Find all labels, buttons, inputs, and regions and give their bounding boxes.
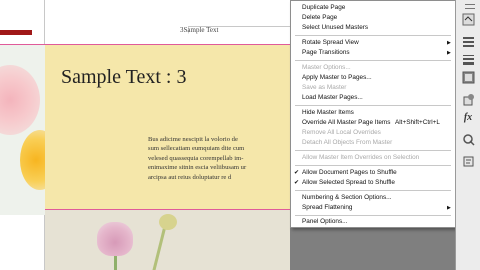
pink-tulip-image (97, 222, 133, 256)
checkmark-icon: ✔ (294, 170, 300, 176)
scripts-icon[interactable] (459, 152, 477, 170)
body-text-line: velesed quassequia corempellab im- (148, 154, 244, 162)
menu-item-page-transitions[interactable]: Page Transitions ▶ (291, 48, 455, 58)
attributes-icon[interactable] (459, 130, 477, 148)
pages-panel-context-menu: Duplicate Page Delete Page Select Unused… (290, 0, 456, 228)
menu-item-remove-all-local-overrides: Remove All Local Overrides (302, 129, 381, 136)
effects-fx-icon[interactable]: fx (459, 108, 477, 126)
menu-item-apply-master-to-pages[interactable]: Apply Master to Pages... (291, 73, 455, 83)
menu-item-allow-selected-spread-to-shuffle[interactable]: ✔ Allow Selected Spread to Shuffle (291, 178, 455, 188)
page-title: Sample Text : 3 (61, 66, 187, 88)
body-text-line: enimaxime sitnin escia veliibusam ur (148, 164, 247, 172)
menu-item-master-options: Master Options... (302, 64, 351, 71)
submenu-arrow-icon: ▶ (447, 50, 451, 56)
menu-item-load-master-pages[interactable]: Load Master Pages... (291, 93, 455, 103)
menu-item-select-unused-masters[interactable]: Select Unused Masters (291, 23, 455, 33)
body-text-line: arcipsa aut reius doluptatur re d (148, 173, 232, 181)
menu-item-allow-master-item-overrides: Allow Master Item Overrides on Selection (302, 154, 420, 161)
menu-item-allow-document-pages-to-shuffle[interactable]: ✔ Allow Document Pages to Shuffle (291, 168, 455, 178)
menu-item-override-all-master-page-items[interactable]: Override All Master Page Items Alt+Shift+… (291, 118, 455, 128)
body-text-line: Bus adicime nescipit la volorio de (148, 136, 238, 143)
body-text-line: sum sellecatiam eumquiam dite cum (148, 145, 245, 153)
menu-separator (295, 35, 451, 36)
object-styles-icon[interactable] (459, 90, 477, 108)
menu-separator (295, 60, 451, 61)
menu-item-spread-flattening[interactable]: Spread Flattening ▶ (291, 203, 455, 213)
menu-separator (295, 215, 451, 216)
menu-item-numbering-section-options[interactable]: Numbering & Section Options... (291, 193, 455, 203)
menu-item-rotate-spread-view[interactable]: Rotate Spread View ▶ (291, 38, 455, 48)
tulip-stem (114, 254, 117, 270)
menu-item-save-as-master: Save as Master (302, 84, 347, 91)
flower-bud-image (159, 214, 177, 230)
menu-separator (295, 105, 451, 106)
submenu-arrow-icon: ▶ (447, 205, 451, 211)
bud-stem (152, 227, 166, 270)
submenu-arrow-icon: ▶ (447, 40, 451, 46)
links-panel-icon[interactable] (459, 32, 477, 50)
menu-item-detach-all-objects: Detach All Objects From Master (302, 139, 393, 146)
menu-item-panel-options[interactable]: Panel Options... (291, 217, 455, 227)
red-accent-bar (0, 30, 32, 35)
swatches-panel-icon[interactable] (459, 68, 477, 86)
menu-item-hide-master-items[interactable]: Hide Master Items (291, 108, 455, 118)
menu-separator (295, 165, 451, 166)
menu-separator (295, 190, 451, 191)
tulip-photo-bottom (45, 210, 290, 270)
running-head: 3 | Sample Text (180, 26, 290, 34)
menu-shortcut: Alt+Shift+Ctrl+L (395, 119, 440, 126)
pink-gerbera-image (0, 65, 40, 135)
menu-item-delete-page[interactable]: Delete Page (291, 13, 455, 23)
panel-dock-divider[interactable] (455, 0, 456, 270)
menu-separator (295, 150, 451, 151)
body-text-frame[interactable]: Bus adicime nescipit la volorio de sum s… (148, 135, 260, 182)
checkmark-icon: ✔ (294, 180, 300, 186)
document-page[interactable]: 3 | Sample Text Sample Text : 3 Bus adicim… (0, 0, 290, 270)
menu-item-duplicate-page[interactable]: Duplicate Page (291, 3, 455, 13)
dock-grip-handle-icon[interactable] (465, 4, 475, 9)
yellow-gerbera-image (20, 130, 45, 190)
layers-panel-icon[interactable] (459, 10, 477, 28)
stroke-panel-icon[interactable] (459, 50, 477, 68)
flower-photo-left (0, 45, 45, 215)
